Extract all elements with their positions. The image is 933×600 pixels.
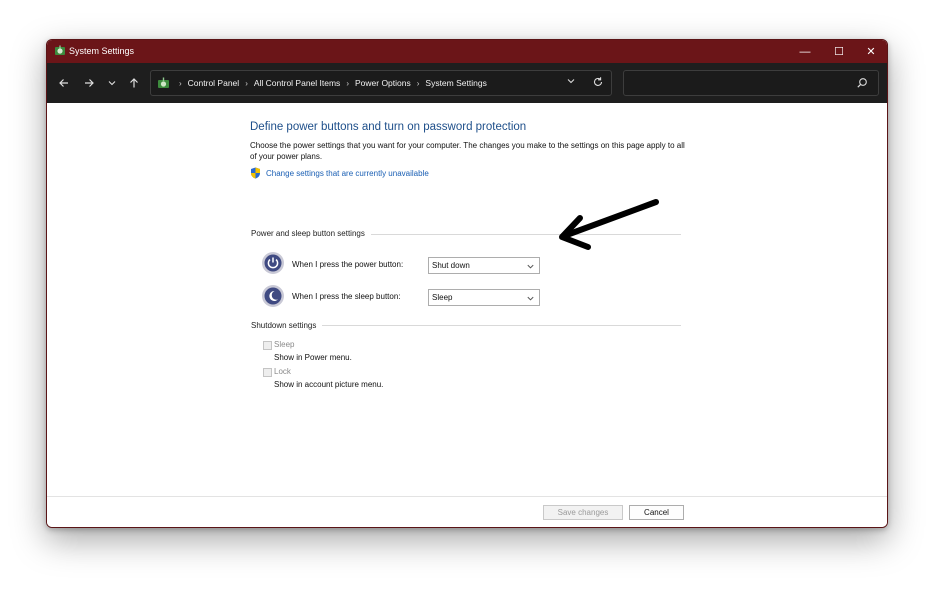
minimize-button[interactable]: — [788, 40, 822, 63]
change-settings-link[interactable]: Change settings that are currently unava… [250, 167, 429, 179]
lock-checkbox-label: Lock [274, 367, 291, 376]
power-button-action-value: Shut down [432, 261, 470, 270]
search-icon[interactable] [856, 77, 868, 89]
lock-checkbox-description: Show in account picture menu. [274, 380, 384, 389]
power-button-label: When I press the power button: [292, 260, 404, 269]
annotation-arrow-icon [559, 199, 659, 250]
chevron-down-icon [527, 296, 534, 301]
cancel-button[interactable]: Cancel [629, 505, 684, 520]
sleep-checkbox-label: Sleep [274, 340, 295, 349]
up-button[interactable] [126, 75, 142, 91]
search-input[interactable] [624, 71, 849, 95]
screenshot-stage: System Settings — ☐ ✕ › Control Panel › … [0, 0, 933, 600]
back-button[interactable] [56, 75, 72, 91]
minimize-icon: — [799, 45, 811, 58]
refresh-icon [594, 77, 603, 86]
breadcrumb-separator-icon: › [416, 78, 420, 88]
search-box[interactable] [623, 70, 879, 96]
breadcrumb: › Control Panel › All Control Panel Item… [173, 71, 487, 95]
shutdown-section-title: Shutdown settings [251, 321, 323, 330]
power-section-title: Power and sleep button settings [251, 229, 371, 238]
system-settings-window: System Settings — ☐ ✕ › Control Panel › … [46, 39, 888, 528]
dialog-footer: Save changes Cancel [47, 496, 887, 527]
power-button-action-select[interactable]: Shut down [428, 257, 540, 274]
page-title: Define power buttons and turn on passwor… [250, 121, 527, 133]
chevron-down-icon [527, 264, 534, 269]
breadcrumb-separator-icon: › [245, 78, 248, 88]
address-dropdown-button[interactable] [566, 76, 576, 89]
power-icon [262, 252, 284, 274]
breadcrumb-control-panel[interactable]: Control Panel [188, 78, 240, 88]
breadcrumb-all-items[interactable]: All Control Panel Items [254, 78, 340, 88]
close-button[interactable]: ✕ [854, 40, 887, 63]
lock-checkbox[interactable] [263, 368, 272, 377]
navigation-bar: › Control Panel › All Control Panel Item… [47, 63, 887, 103]
recent-locations-button[interactable] [104, 75, 120, 91]
arrow-up-icon [130, 78, 138, 88]
arrow-right-icon [85, 79, 94, 87]
chevron-down-icon [567, 79, 575, 84]
control-panel-icon [55, 45, 65, 55]
chevron-down-icon [108, 81, 116, 86]
refresh-button[interactable] [592, 76, 604, 91]
page-description: Choose the power settings that you want … [250, 141, 685, 161]
arrow-left-icon [59, 79, 68, 87]
main-content: Define power buttons and turn on passwor… [47, 103, 887, 496]
sleep-button-action-value: Sleep [432, 293, 453, 302]
forward-button[interactable] [81, 75, 97, 91]
sleep-icon [262, 285, 284, 307]
breadcrumb-separator-icon: › [346, 78, 349, 88]
title-bar[interactable]: System Settings — ☐ ✕ [47, 40, 887, 63]
maximize-button[interactable]: ☐ [822, 40, 856, 63]
control-panel-location-icon [158, 77, 169, 88]
close-icon: ✕ [866, 46, 876, 58]
maximize-icon: ☐ [834, 46, 844, 58]
sleep-button-action-select[interactable]: Sleep [428, 289, 540, 306]
address-bar[interactable]: › Control Panel › All Control Panel Item… [150, 70, 612, 96]
sleep-checkbox[interactable] [263, 341, 272, 350]
window-title: System Settings [69, 46, 135, 56]
breadcrumb-separator-icon: › [179, 78, 182, 88]
shield-icon [251, 167, 260, 179]
sleep-button-label: When I press the sleep button: [292, 292, 401, 301]
breadcrumb-system-settings[interactable]: System Settings [425, 78, 486, 88]
sleep-checkbox-description: Show in Power menu. [274, 353, 352, 362]
breadcrumb-power-options[interactable]: Power Options [355, 78, 411, 88]
change-settings-link-label[interactable]: Change settings that are currently unava… [266, 169, 429, 178]
save-changes-button[interactable]: Save changes [543, 505, 623, 520]
